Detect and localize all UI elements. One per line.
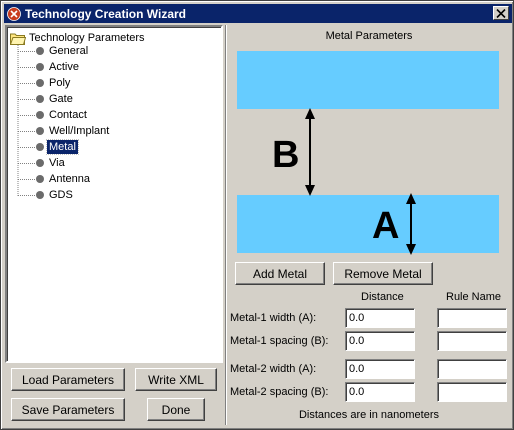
tree-item-contact[interactable]: Contact [36, 107, 89, 123]
column-header-distance: Distance [361, 291, 404, 303]
tree-leaf-icon [36, 175, 44, 183]
save-parameters-button[interactable]: Save Parameters [11, 398, 125, 421]
app-icon [7, 6, 21, 21]
tree-item-label: GDS [49, 189, 73, 201]
metal-2-spacing-label: Metal-2 spacing (B): [230, 386, 329, 398]
diagram-label-a: A [372, 205, 399, 247]
close-icon [496, 8, 506, 18]
tree-leaf-icon [36, 47, 44, 55]
tree-leaf-icon [36, 79, 44, 87]
write-xml-button[interactable]: Write XML [135, 368, 217, 391]
metal-1-width-distance-input[interactable]: 0.0 [345, 308, 415, 328]
metal-1-spacing-distance-input[interactable]: 0.0 [345, 331, 415, 351]
remove-metal-button[interactable]: Remove Metal [333, 262, 433, 285]
metal-2-width-distance-input[interactable]: 0.0 [345, 359, 415, 379]
tree-item-label: Poly [49, 77, 71, 89]
metal-layer-top [237, 51, 499, 109]
metal-1-width-rule-name-input[interactable] [437, 308, 507, 328]
tree-item-general[interactable]: General [36, 43, 90, 59]
tree-item-label: Via [49, 157, 65, 169]
tree-leaf-icon [36, 127, 44, 135]
metal-spacing-diagram: B A [237, 51, 499, 255]
diagram-label-b: B [272, 134, 299, 176]
metal-2-spacing-rule-name-input[interactable] [437, 382, 507, 402]
close-button[interactable] [493, 6, 509, 20]
metal-1-spacing-rule-name-input[interactable] [437, 331, 507, 351]
folder-open-icon [9, 32, 27, 45]
tree-leaf-icon [36, 63, 44, 71]
column-header-rule-name: Rule Name [446, 291, 502, 303]
tree-leaf-icon [36, 111, 44, 119]
units-footnote: Distances are in nanometers [298, 409, 439, 421]
tree-item-gds[interactable]: GDS [36, 187, 75, 203]
parameters-tree[interactable]: Technology Parameters General Active Pol… [5, 25, 223, 363]
tree-item-via[interactable]: Via [36, 155, 67, 171]
tree-leaf-icon [36, 143, 44, 151]
metal-1-width-label: Metal-1 width (A): [230, 312, 317, 324]
metal-2-spacing-distance-input[interactable]: 0.0 [345, 382, 415, 402]
tree-item-label: General [49, 45, 89, 57]
load-parameters-button[interactable]: Load Parameters [11, 368, 125, 391]
metal-2-width-rule-name-input[interactable] [437, 359, 507, 379]
tree-item-active[interactable]: Active [36, 59, 81, 75]
tree-leaf-icon [36, 191, 44, 199]
title-bar[interactable]: Technology Creation Wizard [4, 4, 512, 23]
metal-1-spacing-label: Metal-1 spacing (B): [230, 335, 329, 347]
tree-item-label: Antenna [49, 173, 90, 185]
wizard-window: Technology Creation Wizard Technology Pa… [0, 0, 514, 430]
tree-leaf-icon [36, 159, 44, 167]
tree-item-poly[interactable]: Poly [36, 75, 72, 91]
tree-item-label: Active [49, 61, 79, 73]
tree-item-label: Contact [49, 109, 87, 121]
tree-item-well-implant[interactable]: Well/Implant [36, 123, 111, 139]
tree-item-label: Gate [49, 93, 73, 105]
tree-item-gate[interactable]: Gate [36, 91, 75, 107]
done-button[interactable]: Done [147, 398, 205, 421]
tree-item-label: Well/Implant [49, 125, 110, 137]
metal-parameters-panel: Metal Parameters B A Add Metal Remove Me… [227, 25, 511, 427]
metal-layer-bottom [237, 195, 499, 253]
tree-item-label: Metal [46, 139, 79, 155]
metal-2-width-label: Metal-2 width (A): [230, 363, 317, 375]
window-title: Technology Creation Wizard [25, 6, 187, 21]
tree-item-metal[interactable]: Metal [36, 139, 79, 155]
tree-leaf-icon [36, 95, 44, 103]
spacing-arrow-b [305, 108, 315, 196]
tree-item-antenna[interactable]: Antenna [36, 171, 92, 187]
add-metal-button[interactable]: Add Metal [235, 262, 325, 285]
